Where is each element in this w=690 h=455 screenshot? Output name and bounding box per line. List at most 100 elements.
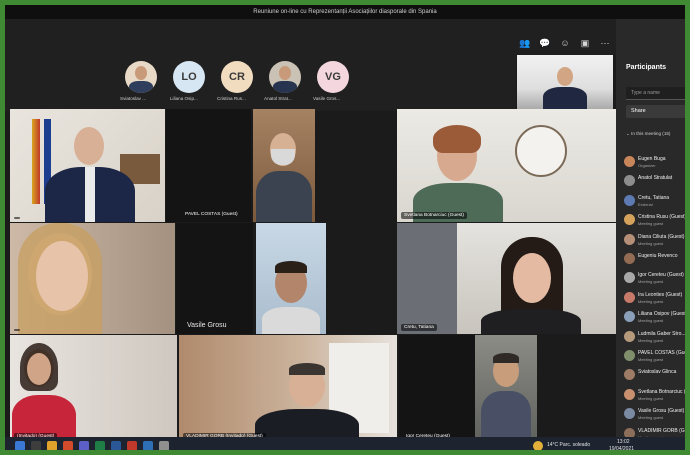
avatar-photo-1[interactable] <box>125 61 157 93</box>
participant-name: Liliana Osipov (Guest) <box>638 311 688 318</box>
avatar <box>624 311 635 323</box>
participant-name: Eugeniu Revenco <box>638 253 678 259</box>
participant-list-item[interactable]: Eugen Bugа Organizer <box>624 154 685 173</box>
video-tile-off[interactable]: PAVEL COSTAS (Guest) <box>166 109 251 222</box>
participant-list-item[interactable]: Liliana Osipov (Guest) Meeting guest <box>624 309 688 328</box>
participant-role: Meeting guest <box>638 298 664 304</box>
participant-role: Meeting guest <box>638 240 664 246</box>
participant-list-item[interactable]: PAVEL COSTAS (Guest) Meeting guest <box>624 348 685 367</box>
participant-name: Diana Ciliuta (Guest) <box>638 233 685 240</box>
participant-role: Meeting guest <box>638 395 664 401</box>
participant-name: Vasile Grosu (Guest) <box>638 408 685 415</box>
video-tile[interactable]: VLADIMIR GORB (Invitado) (Guest) <box>179 335 397 443</box>
participant-name: PAVEL COSTAS (Guest) <box>638 350 690 356</box>
participant-list-item[interactable]: Anatol Stratulat <box>624 173 685 192</box>
participant-name: PAVEL COSTAS (Guest) <box>185 212 238 217</box>
avatar <box>624 291 635 303</box>
teams-icon[interactable] <box>79 441 89 450</box>
participant-role: Meeting guest <box>638 415 664 421</box>
rooms-icon[interactable]: ▣ <box>579 38 591 48</box>
avatar <box>624 233 635 245</box>
avatar-initials[interactable]: LO <box>173 61 205 93</box>
avatar-initials[interactable]: CR <box>221 61 253 93</box>
word-icon[interactable] <box>111 441 121 450</box>
participant-name: Ira Leonties (Guest) <box>638 291 683 298</box>
participant-name: Sviatoslav Glinca <box>638 369 677 376</box>
participant-list-item[interactable]: Svetlana Botnarciuc (Guest)Meeting guest <box>624 387 685 406</box>
participant-name: Svetlana Botnarciuc (Guest) <box>638 388 690 395</box>
meeting-toolbar: 👥 💬 ☺ ▣ ⋯ <box>5 19 616 55</box>
clock-time: 13:02 <box>617 439 630 445</box>
avatar <box>624 175 635 187</box>
weather-text: 14°C Parc. soleado <box>547 442 591 448</box>
in-meeting-section-header[interactable]: ⌄ In this meeting (15) <box>626 131 670 137</box>
avatar <box>624 253 635 264</box>
participant-list-item[interactable]: Vasile Grosu (Guest) Meeting guest <box>624 406 685 425</box>
weather-icon <box>533 441 543 450</box>
video-tile-off[interactable]: Igor Ceretеu (Guest) <box>399 335 475 443</box>
participant-name: Cretu, Tatiana <box>638 194 670 201</box>
participant-list-item[interactable]: Cretu, Tatiana External <box>624 193 685 212</box>
powerpoint-icon[interactable] <box>127 441 137 450</box>
participants-icon[interactable]: 👥 <box>519 38 531 48</box>
clock-date: 19/04/2021 <box>609 446 635 452</box>
share-invite-button[interactable]: Share <box>626 105 685 118</box>
windows-taskbar: 14°C Parc. soleado 13:02 19/04/2021 <box>5 437 685 452</box>
search-icon[interactable] <box>31 441 41 450</box>
self-preview[interactable] <box>517 55 613 111</box>
participant-list-item[interactable]: Diana Ciliuta (Guest) Meeting guest <box>624 232 685 251</box>
video-tile[interactable] <box>253 109 315 222</box>
teams-window: Reuniune on-line cu Reprezentanții Asoci… <box>0 0 690 455</box>
more-icon[interactable]: ⋯ <box>599 38 611 48</box>
participant-list-item[interactable]: Cristina Rusu (Guest) Meeting guest <box>624 212 685 231</box>
participant-list-item[interactable]: Ira Leonties (Guest) Meeting guest <box>624 290 685 309</box>
avatar-label: Sviatoslav ... <box>120 96 147 101</box>
participant-name: Anatol Stratulat <box>638 175 673 182</box>
participant-role: External <box>638 201 653 207</box>
video-tile[interactable]: Cretu, Tatiana <box>397 223 617 334</box>
participant-name: VLADIMIR GORB (Guest) <box>638 427 690 434</box>
participant-role: Organizer <box>638 163 656 168</box>
avatar-label: Liliana Osip... <box>170 96 198 101</box>
office-icon[interactable] <box>63 441 73 450</box>
chat-icon[interactable]: 💬 <box>539 38 551 48</box>
panel-title: Participants <box>626 64 667 71</box>
participant-name: Cretu, Tatiana <box>401 324 437 331</box>
app-icon[interactable] <box>159 441 169 450</box>
video-tile[interactable] <box>10 109 165 222</box>
participant-search-input[interactable]: Type a name <box>626 87 685 100</box>
avatar <box>624 369 635 381</box>
avatar <box>624 214 635 226</box>
video-tile[interactable]: (Invitado) (Guest) <box>10 335 177 443</box>
video-tile[interactable] <box>10 223 175 334</box>
avatar <box>624 350 635 361</box>
reactions-icon[interactable]: ☺ <box>559 38 571 48</box>
participant-list-item[interactable]: Ludmila Gaber Stro... Meeting guest <box>624 329 685 348</box>
participant-name: Igor Ceretеu (Guest) <box>638 272 684 279</box>
participant-role: Meeting guest <box>638 337 664 343</box>
section-label: In this meeting (15) <box>631 131 671 136</box>
participant-role: Meeting guest <box>638 221 664 227</box>
participant-list-item[interactable]: Eugeniu Revenco <box>624 251 685 270</box>
participant-role: Meeting guest <box>638 318 664 324</box>
outlook-icon[interactable] <box>143 441 153 450</box>
participant-name: Eugen Bugа <box>638 156 666 162</box>
participant-list-item[interactable]: Igor Ceretеu (Guest) Meeting guest <box>624 270 685 289</box>
video-tile[interactable] <box>475 335 537 443</box>
file-explorer-icon[interactable] <box>47 441 57 450</box>
avatar-label: Vasile Gros... <box>313 96 341 101</box>
participant-name <box>14 329 20 331</box>
avatar <box>624 330 635 342</box>
excel-icon[interactable] <box>95 441 105 450</box>
participant-list-item[interactable]: Sviatoslav Glinca <box>624 367 685 386</box>
avatar-initials[interactable]: VG <box>317 61 349 93</box>
video-tile[interactable] <box>256 223 326 334</box>
video-tile[interactable]: Svetlana Botnarciuc (Guest) <box>397 109 617 222</box>
window-title: Reuniune on-line cu Reprezentanții Asoci… <box>5 5 685 19</box>
avatar <box>624 388 635 400</box>
start-icon[interactable] <box>15 441 25 450</box>
avatar-label: Cristina Rus... <box>217 96 246 101</box>
avatar-photo-2[interactable] <box>269 61 301 93</box>
video-tile-off[interactable]: Vasile Grosu <box>176 223 253 334</box>
participants-panel: Participants Type a name Share ⌄ In this… <box>616 19 685 449</box>
